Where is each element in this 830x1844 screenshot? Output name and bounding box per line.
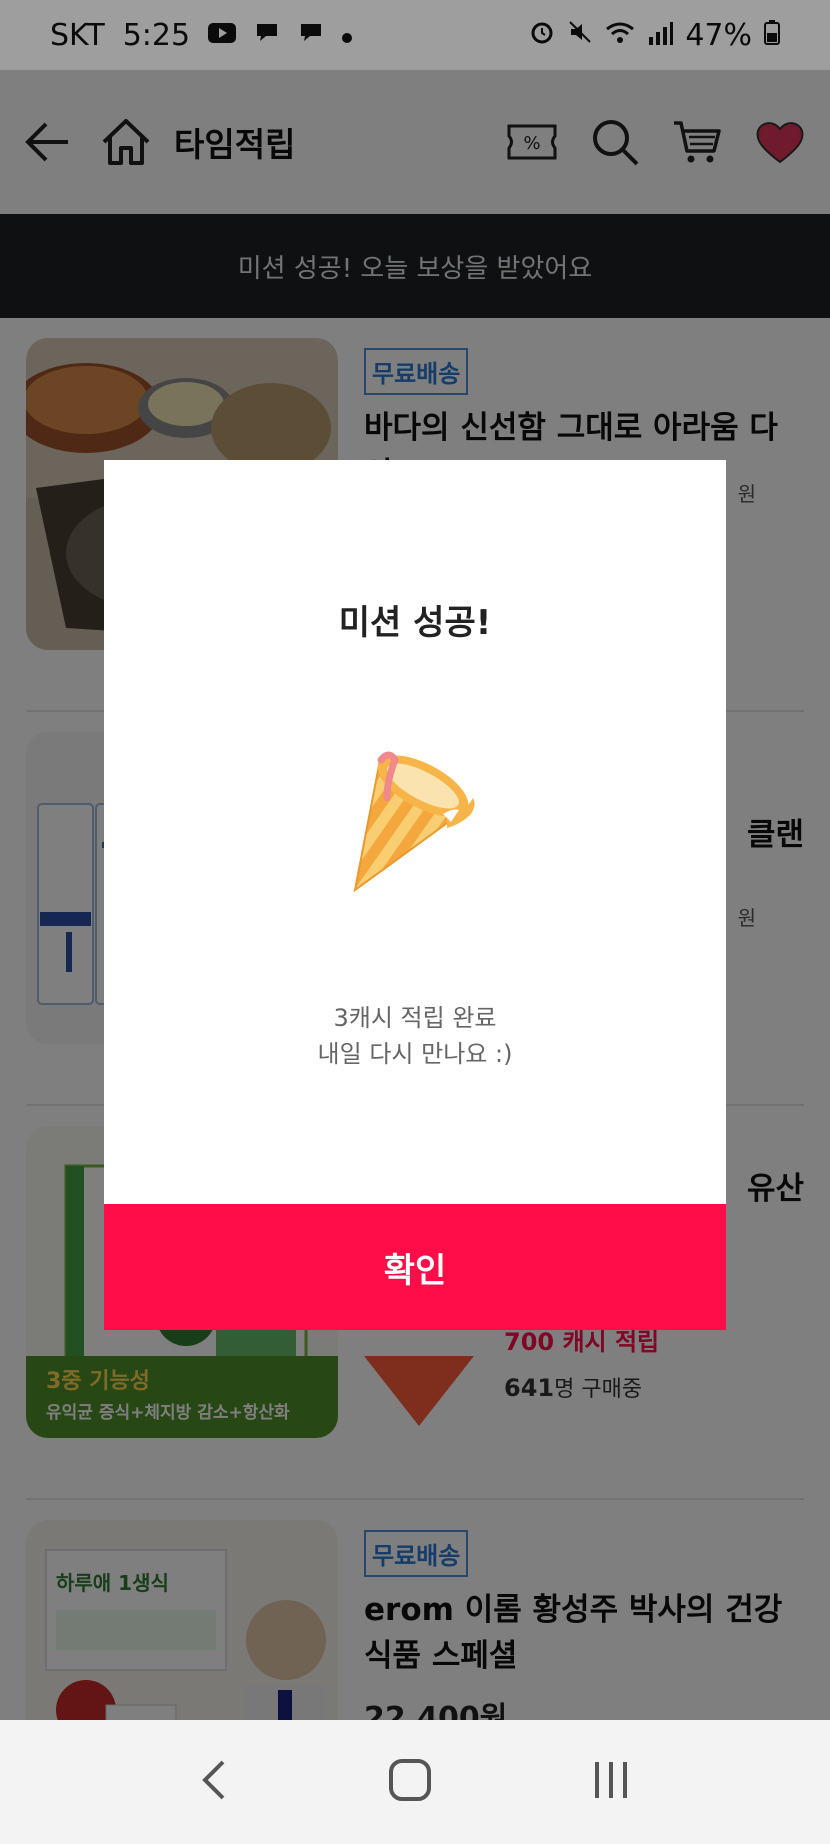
nav-home-icon[interactable] [388, 1758, 432, 1806]
nav-back-icon[interactable] [199, 1758, 229, 1806]
confirm-button[interactable]: 확인 [104, 1204, 726, 1330]
dialog-message: 3캐시 적립 완료 내일 다시 만나요 :) [104, 1000, 726, 1072]
system-nav-bar [0, 1720, 830, 1844]
party-popper-icon [325, 740, 505, 920]
mission-success-dialog: 미션 성공! 3캐시 적립 완료 내일 다시 만나요 :) 확인 [104, 460, 726, 1330]
status-dim-overlay [0, 0, 830, 70]
dialog-title: 미션 성공! [338, 603, 492, 643]
message-line-1: 3캐시 적립 완료 [333, 1004, 497, 1032]
nav-recents-icon[interactable] [591, 1760, 631, 1804]
message-line-2: 내일 다시 만나요 :) [317, 1040, 513, 1068]
